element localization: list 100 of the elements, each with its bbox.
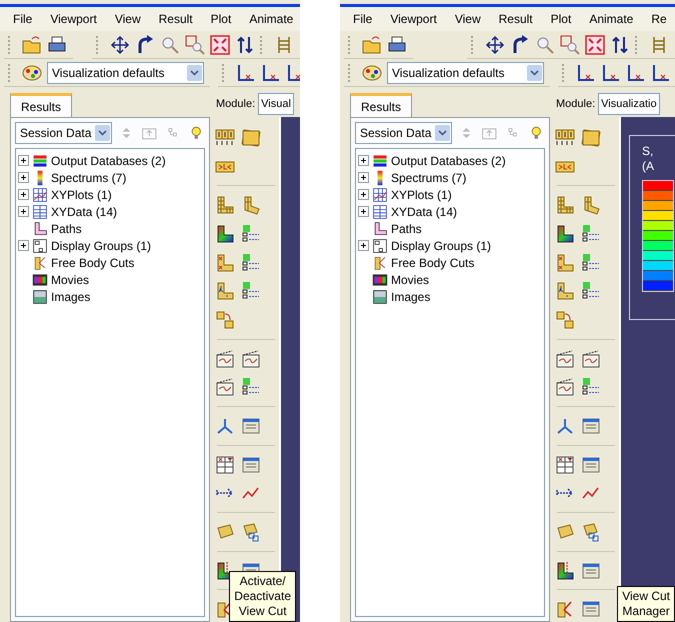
menu-item[interactable]: View (446, 12, 490, 26)
database-stack-icon[interactable] (372, 152, 388, 168)
numbered-tiles-icon[interactable] (555, 128, 575, 148)
film-clip-icon[interactable] (241, 348, 261, 369)
tile-stack-icon[interactable] (241, 128, 261, 148)
palette-icon[interactable] (362, 62, 382, 82)
film-strip-icon[interactable] (372, 272, 388, 288)
list-options-icon[interactable] (581, 252, 601, 273)
contour-plot-icon[interactable] (555, 224, 575, 244)
fit-view-icon[interactable] (210, 34, 230, 54)
tree-item[interactable]: XYPlots (1) (51, 188, 112, 202)
menu-item[interactable]: Result (150, 12, 202, 26)
module-field[interactable]: Visual (258, 93, 294, 115)
printer-icon[interactable] (387, 34, 407, 54)
dropdown-caret-icon[interactable] (98, 130, 108, 136)
tree-item[interactable]: Movies (51, 272, 90, 286)
axis-orientation-icon[interactable] (576, 62, 596, 82)
expand-icon[interactable] (358, 189, 369, 200)
list-options-icon[interactable] (581, 224, 601, 244)
mesh-icon[interactable] (215, 195, 235, 216)
axis-orientation-icon[interactable] (651, 62, 671, 82)
marked-mesh-icon[interactable] (555, 252, 575, 273)
style-combo[interactable]: Visualization defaults (47, 62, 204, 84)
xy-data-icon[interactable] (372, 204, 388, 220)
fit-view-icon[interactable] (585, 34, 605, 54)
film-strip-icon[interactable] (32, 272, 48, 288)
up-down-arrows-icon[interactable] (235, 34, 255, 54)
tree-item[interactable]: Images (391, 290, 430, 304)
tree-item[interactable]: Output Databases (2) (391, 154, 506, 168)
expand-icon[interactable] (18, 172, 29, 183)
image-icon[interactable] (372, 288, 388, 304)
xy-plot-icon[interactable] (32, 186, 48, 202)
axis-orientation-icon[interactable] (236, 62, 256, 82)
dropdown-caret-icon[interactable] (438, 130, 448, 136)
tree-item[interactable]: Free Body Cuts (391, 256, 474, 270)
copy-arrow-icon[interactable] (555, 310, 575, 330)
style-combo[interactable]: Visualization defaults (387, 62, 544, 84)
move-arrows-icon[interactable] (485, 34, 505, 54)
menu-item[interactable]: Viewport (41, 12, 106, 26)
tree-item[interactable]: Spectrums (7) (51, 170, 126, 184)
tile-stack-icon[interactable] (581, 128, 601, 148)
menu-item[interactable]: Plot (542, 12, 580, 26)
menu-item[interactable]: File (4, 12, 42, 26)
tree-item[interactable]: Paths (51, 222, 82, 236)
tree-item[interactable]: XYPlots (1) (391, 188, 452, 202)
contour-plot-icon[interactable] (215, 224, 235, 244)
expand-icon[interactable] (18, 189, 29, 200)
menu-item[interactable]: Animate (240, 12, 300, 26)
menu-item[interactable]: Re (642, 12, 675, 26)
magnifier-icon[interactable] (535, 34, 555, 54)
display-group-icon[interactable] (372, 238, 388, 254)
vector-mesh-icon[interactable] (215, 281, 235, 302)
tree-item[interactable]: Display Groups (1) (391, 238, 492, 252)
path-icon[interactable] (372, 220, 388, 236)
box-zoom-icon[interactable] (185, 34, 205, 54)
film-clip-icon[interactable] (215, 377, 235, 398)
expand-icon[interactable] (358, 172, 369, 183)
expand-icon[interactable] (18, 206, 29, 217)
film-clip-icon[interactable] (555, 377, 575, 398)
list-options-icon[interactable] (241, 252, 261, 273)
dropdown-caret-icon[interactable] (530, 70, 539, 76)
tree-item[interactable]: Display Groups (1) (51, 238, 152, 252)
database-stack-icon[interactable] (32, 152, 48, 168)
surface-overlap-icon[interactable] (241, 522, 261, 542)
tree-item[interactable]: Spectrums (7) (391, 170, 466, 184)
printer-icon[interactable] (47, 34, 67, 54)
axis-orientation-icon[interactable] (601, 62, 621, 82)
expand-icon[interactable] (358, 206, 369, 217)
list-options-icon[interactable] (241, 377, 261, 398)
session-data-combo[interactable]: Session Data (355, 122, 452, 144)
dropdown-caret-icon[interactable] (190, 70, 199, 76)
mesh-icon[interactable] (555, 195, 575, 216)
list-options-icon[interactable] (241, 224, 261, 244)
film-clip-icon[interactable] (581, 348, 601, 369)
menu-item[interactable]: View (106, 12, 150, 26)
tree-item[interactable]: Images (51, 290, 90, 304)
surface-overlap-icon[interactable] (581, 522, 601, 542)
table-icon[interactable] (215, 454, 235, 475)
vector-mesh-icon[interactable] (555, 281, 575, 302)
tree-item[interactable]: Movies (391, 272, 430, 286)
menu-item[interactable]: File (344, 12, 382, 26)
view-cut-icon[interactable] (555, 560, 575, 581)
tree-item[interactable]: XYData (14) (51, 204, 118, 218)
marked-mesh-icon[interactable] (215, 252, 235, 273)
xy-plot-icon[interactable] (372, 186, 388, 202)
numbered-tiles-icon[interactable] (215, 128, 235, 148)
move-arrows-icon[interactable] (110, 34, 130, 54)
list-options-icon[interactable] (581, 281, 601, 302)
expand-icon[interactable] (18, 155, 29, 166)
path-icon[interactable] (32, 220, 48, 236)
free-body-cut-icon[interactable] (32, 254, 48, 270)
menu-item[interactable]: Plot (202, 12, 240, 26)
results-tab[interactable]: Results (350, 93, 412, 117)
free-body-cut-icon[interactable] (372, 254, 388, 270)
session-data-combo[interactable]: Session Data (15, 122, 112, 144)
box-zoom-icon[interactable] (560, 34, 580, 54)
axis-orientation-icon[interactable] (626, 62, 646, 82)
axis-orientation-icon[interactable] (286, 62, 300, 82)
menu-item[interactable]: Viewport (381, 12, 446, 26)
copy-arrow-icon[interactable] (215, 310, 235, 330)
